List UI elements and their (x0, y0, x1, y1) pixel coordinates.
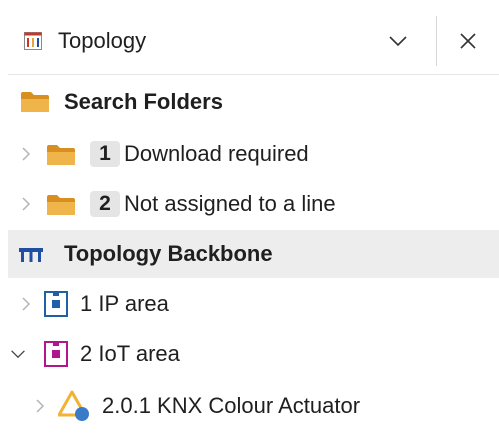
tree-node-label: Topology Backbone (64, 241, 273, 266)
tree-node-knx-colour-actuator[interactable]: 2.0.1 KNX Colour Actuator (8, 382, 499, 430)
tree-node-search-folders[interactable]: Search Folders (8, 78, 499, 126)
device-warning-icon (58, 390, 89, 421)
chevron-right-icon[interactable] (18, 196, 34, 212)
tree-node-label: 2.0.1 KNX Colour Actuator (102, 393, 361, 418)
tree-node-label: Not assigned to a line (124, 191, 336, 216)
folder-icon (47, 195, 75, 215)
panel-dropdown-button[interactable] (380, 26, 416, 56)
tree-node-download-required[interactable]: 1 Download required (8, 130, 499, 178)
count-badge: 1 (90, 141, 120, 167)
area-icon (44, 341, 68, 367)
chevron-down-icon[interactable] (10, 346, 26, 362)
panel-header: Topology (0, 0, 499, 76)
backbone-icon (19, 248, 43, 262)
folder-icon (21, 92, 49, 112)
close-icon (460, 33, 476, 49)
header-separator (8, 74, 499, 75)
tree-node-label: 1 IP area (80, 291, 169, 316)
tree-node-iot-area[interactable]: 2 IoT area (8, 330, 499, 378)
tree-node-topology-backbone[interactable]: Topology Backbone (8, 230, 499, 278)
topology-panel: Topology Search Folders 1 Download requi… (0, 0, 499, 436)
folder-icon (47, 145, 75, 165)
tree-node-label: 2 IoT area (80, 341, 180, 366)
chevron-right-icon[interactable] (18, 296, 34, 312)
tree-node-label: Search Folders (64, 89, 223, 114)
tree-node-ip-area[interactable]: 1 IP area (8, 280, 499, 328)
area-icon (44, 291, 68, 317)
tree-node-not-assigned[interactable]: 2 Not assigned to a line (8, 180, 499, 228)
topology-panel-icon (24, 32, 42, 50)
chevron-right-icon[interactable] (32, 398, 48, 414)
chevron-down-icon (389, 36, 407, 47)
tree-node-label: Download required (124, 141, 309, 166)
count-badge: 2 (90, 191, 120, 217)
panel-title: Topology (58, 28, 147, 53)
header-divider (436, 16, 437, 66)
panel-close-button[interactable] (448, 24, 488, 58)
chevron-right-icon[interactable] (18, 146, 34, 162)
